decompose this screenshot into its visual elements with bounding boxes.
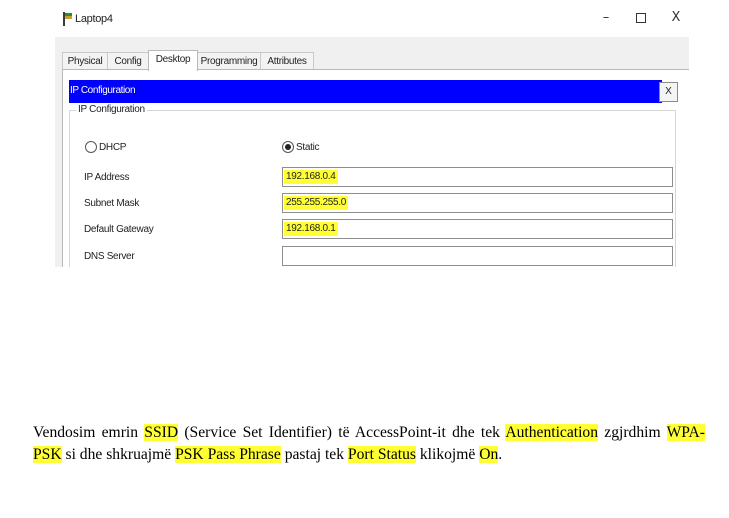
window-title: Laptop4 <box>75 13 113 25</box>
static-label: Static <box>296 142 320 153</box>
tab-programming[interactable]: Programming <box>197 52 261 70</box>
para-text: zgjrdhim <box>598 424 667 441</box>
ip-address-value: 192.168.0.4 <box>284 170 338 184</box>
highlight-on: On <box>479 446 499 463</box>
maximize-icon <box>636 13 646 23</box>
para-text: pastaj tek <box>280 446 348 463</box>
tab-physical[interactable]: Physical <box>62 52 108 70</box>
title-bar: Laptop4 – X <box>55 0 689 37</box>
ip-config-titlebar: IP Configuration <box>69 80 662 103</box>
subnet-mask-label: Subnet Mask <box>84 198 140 209</box>
dns-server-field[interactable] <box>282 246 673 266</box>
highlight-authentication: Authentication <box>505 424 599 441</box>
highlight-port-status: Port Status <box>347 446 416 463</box>
maximize-button[interactable] <box>631 10 651 27</box>
tab-desktop[interactable]: Desktop <box>148 50 198 71</box>
tab-config[interactable]: Config <box>107 52 149 70</box>
ip-address-label: IP Address <box>84 172 130 183</box>
device-window-body: Physical Config Desktop Programming Attr… <box>55 37 689 267</box>
para-text: (Service Set Identifier) të AccessPoint-… <box>178 424 506 441</box>
default-gateway-value: 192.168.0.1 <box>284 222 338 236</box>
subnet-mask-value: 255.255.255.0 <box>284 196 349 210</box>
dns-server-label: DNS Server <box>84 251 135 262</box>
highlight-psk-pass-phrase: PSK Pass Phrase <box>175 446 281 463</box>
para-text: Vendosim emrin <box>33 424 145 441</box>
desktop-panel: IP Configuration X IP Configuration DHCP… <box>62 69 689 267</box>
laptop-app-icon <box>63 12 72 26</box>
instruction-paragraph: Vendosim emrin SSID (Service Set Identif… <box>33 422 705 466</box>
para-text: si dhe shkruajmë <box>61 446 176 463</box>
minimize-button[interactable]: – <box>596 10 616 25</box>
dhcp-radio[interactable] <box>85 141 97 153</box>
para-text: . <box>498 446 503 463</box>
close-button[interactable]: X <box>666 10 686 25</box>
subnet-mask-field[interactable]: 255.255.255.0 <box>282 193 673 213</box>
ip-config-close-button[interactable]: X <box>659 82 678 102</box>
para-text: klikojmë <box>415 446 480 463</box>
ip-address-field[interactable]: 192.168.0.4 <box>282 167 673 187</box>
ip-config-group: IP Configuration DHCP Static IP Address … <box>69 104 676 267</box>
static-radio[interactable] <box>282 141 294 153</box>
default-gateway-label: Default Gateway <box>84 224 154 235</box>
dhcp-label: DHCP <box>99 142 127 153</box>
group-label: IP Configuration <box>76 104 147 115</box>
highlight-ssid: SSID <box>144 424 179 441</box>
packet-tracer-screenshot: Laptop4 – X Physical Config Desktop Prog… <box>55 0 689 267</box>
default-gateway-field[interactable]: 192.168.0.1 <box>282 219 673 239</box>
tab-attributes[interactable]: Attributes <box>260 52 314 70</box>
ip-config-title: IP Configuration <box>70 85 136 96</box>
